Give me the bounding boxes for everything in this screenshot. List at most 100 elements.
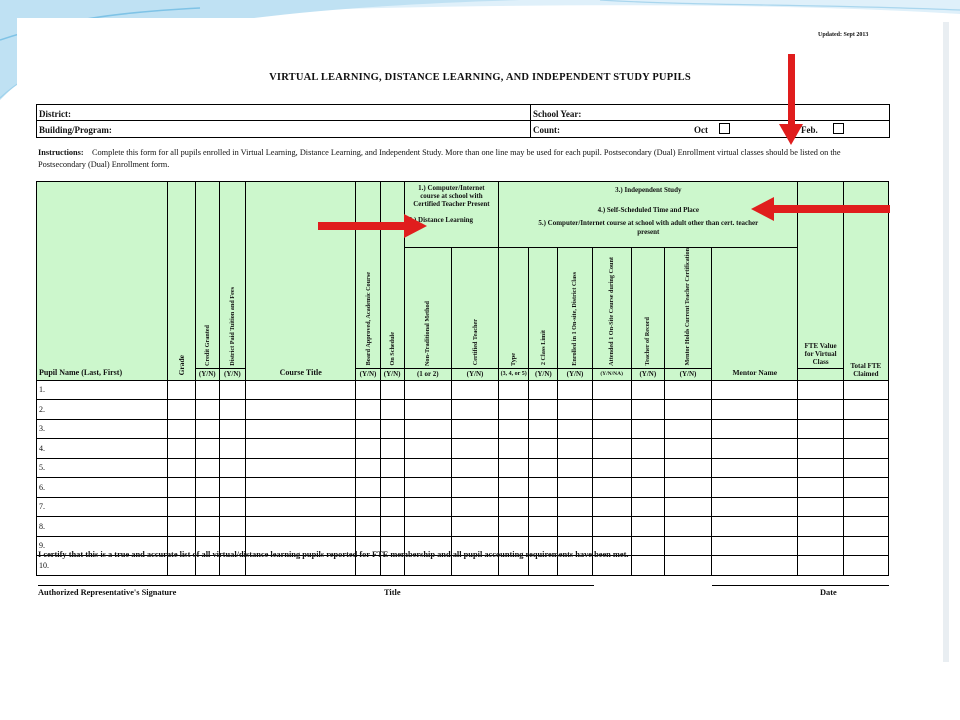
entry-cell[interactable] bbox=[450, 399, 500, 420]
entry-cell[interactable] bbox=[379, 399, 405, 420]
entry-cell[interactable] bbox=[355, 496, 381, 518]
entry-cell[interactable] bbox=[244, 496, 357, 518]
entry-cell[interactable] bbox=[842, 555, 890, 576]
entry-cell[interactable] bbox=[842, 457, 890, 479]
entry-cell[interactable] bbox=[797, 418, 844, 440]
row-number-cell[interactable]: 1. bbox=[36, 379, 168, 401]
entry-cell[interactable] bbox=[663, 399, 713, 420]
entry-cell[interactable] bbox=[166, 457, 196, 479]
entry-cell[interactable] bbox=[557, 516, 593, 537]
entry-cell[interactable] bbox=[663, 379, 713, 401]
entry-cell[interactable] bbox=[379, 496, 405, 518]
entry-cell[interactable] bbox=[711, 399, 799, 420]
entry-cell[interactable] bbox=[218, 418, 246, 440]
oct-checkbox[interactable] bbox=[719, 123, 730, 134]
entry-cell[interactable] bbox=[355, 438, 381, 459]
entry-cell[interactable] bbox=[244, 418, 357, 440]
entry-cell[interactable] bbox=[355, 399, 381, 420]
entry-cell[interactable] bbox=[379, 418, 405, 440]
entry-cell[interactable] bbox=[498, 399, 530, 420]
entry-cell[interactable] bbox=[498, 438, 530, 459]
entry-cell[interactable] bbox=[663, 418, 713, 440]
entry-cell[interactable] bbox=[166, 477, 196, 498]
entry-cell[interactable] bbox=[166, 438, 196, 459]
entry-cell[interactable] bbox=[797, 535, 844, 557]
entry-cell[interactable] bbox=[403, 438, 452, 459]
entry-cell[interactable] bbox=[194, 457, 220, 479]
entry-cell[interactable] bbox=[630, 496, 665, 518]
entry-cell[interactable] bbox=[663, 457, 713, 479]
entry-cell[interactable] bbox=[355, 418, 381, 440]
entry-cell[interactable] bbox=[557, 399, 593, 420]
entry-cell[interactable] bbox=[630, 555, 665, 576]
entry-cell[interactable] bbox=[244, 457, 357, 479]
entry-cell[interactable] bbox=[711, 477, 799, 498]
entry-cell[interactable] bbox=[379, 438, 405, 459]
entry-cell[interactable] bbox=[403, 379, 452, 401]
entry-cell[interactable] bbox=[194, 516, 220, 537]
entry-cell[interactable] bbox=[842, 535, 890, 557]
entry-cell[interactable] bbox=[498, 477, 530, 498]
entry-cell[interactable] bbox=[591, 379, 632, 401]
entry-cell[interactable] bbox=[557, 496, 593, 518]
entry-cell[interactable] bbox=[630, 477, 665, 498]
entry-cell[interactable] bbox=[498, 379, 530, 401]
entry-cell[interactable] bbox=[194, 438, 220, 459]
entry-cell[interactable] bbox=[166, 379, 196, 401]
entry-cell[interactable] bbox=[591, 457, 632, 479]
entry-cell[interactable] bbox=[711, 535, 799, 557]
entry-cell[interactable] bbox=[218, 516, 246, 537]
entry-cell[interactable] bbox=[842, 399, 890, 420]
entry-cell[interactable] bbox=[797, 516, 844, 537]
entry-cell[interactable] bbox=[355, 457, 381, 479]
entry-cell[interactable] bbox=[403, 457, 452, 479]
entry-cell[interactable] bbox=[498, 418, 530, 440]
entry-cell[interactable] bbox=[528, 516, 559, 537]
entry-cell[interactable] bbox=[450, 496, 500, 518]
entry-cell[interactable] bbox=[379, 457, 405, 479]
entry-cell[interactable] bbox=[842, 438, 890, 459]
entry-cell[interactable] bbox=[842, 477, 890, 498]
entry-cell[interactable] bbox=[166, 496, 196, 518]
entry-cell[interactable] bbox=[591, 516, 632, 537]
entry-cell[interactable] bbox=[355, 379, 381, 401]
entry-cell[interactable] bbox=[591, 418, 632, 440]
entry-cell[interactable] bbox=[842, 379, 890, 401]
entry-cell[interactable] bbox=[557, 438, 593, 459]
entry-cell[interactable] bbox=[630, 438, 665, 459]
entry-cell[interactable] bbox=[450, 477, 500, 498]
row-number-cell[interactable]: 2. bbox=[36, 399, 168, 420]
entry-cell[interactable] bbox=[711, 516, 799, 537]
entry-cell[interactable] bbox=[842, 496, 890, 518]
entry-cell[interactable] bbox=[711, 555, 799, 576]
entry-cell[interactable] bbox=[711, 457, 799, 479]
entry-cell[interactable] bbox=[218, 496, 246, 518]
entry-cell[interactable] bbox=[218, 457, 246, 479]
entry-cell[interactable] bbox=[166, 399, 196, 420]
entry-cell[interactable] bbox=[403, 418, 452, 440]
entry-cell[interactable] bbox=[403, 477, 452, 498]
entry-cell[interactable] bbox=[557, 418, 593, 440]
row-number-cell[interactable]: 4. bbox=[36, 438, 168, 459]
entry-cell[interactable] bbox=[797, 399, 844, 420]
entry-cell[interactable] bbox=[630, 399, 665, 420]
entry-cell[interactable] bbox=[797, 379, 844, 401]
entry-cell[interactable] bbox=[450, 457, 500, 479]
entry-cell[interactable] bbox=[591, 438, 632, 459]
entry-cell[interactable] bbox=[244, 438, 357, 459]
entry-cell[interactable] bbox=[630, 418, 665, 440]
entry-cell[interactable] bbox=[218, 438, 246, 459]
entry-cell[interactable] bbox=[630, 379, 665, 401]
entry-cell[interactable] bbox=[630, 457, 665, 479]
entry-cell[interactable] bbox=[450, 418, 500, 440]
date-line[interactable] bbox=[712, 585, 889, 586]
entry-cell[interactable] bbox=[711, 438, 799, 459]
entry-cell[interactable] bbox=[528, 477, 559, 498]
entry-cell[interactable] bbox=[166, 418, 196, 440]
entry-cell[interactable] bbox=[557, 457, 593, 479]
entry-cell[interactable] bbox=[194, 496, 220, 518]
entry-cell[interactable] bbox=[630, 535, 665, 557]
entry-cell[interactable] bbox=[528, 399, 559, 420]
entry-cell[interactable] bbox=[591, 496, 632, 518]
entry-cell[interactable] bbox=[842, 418, 890, 440]
